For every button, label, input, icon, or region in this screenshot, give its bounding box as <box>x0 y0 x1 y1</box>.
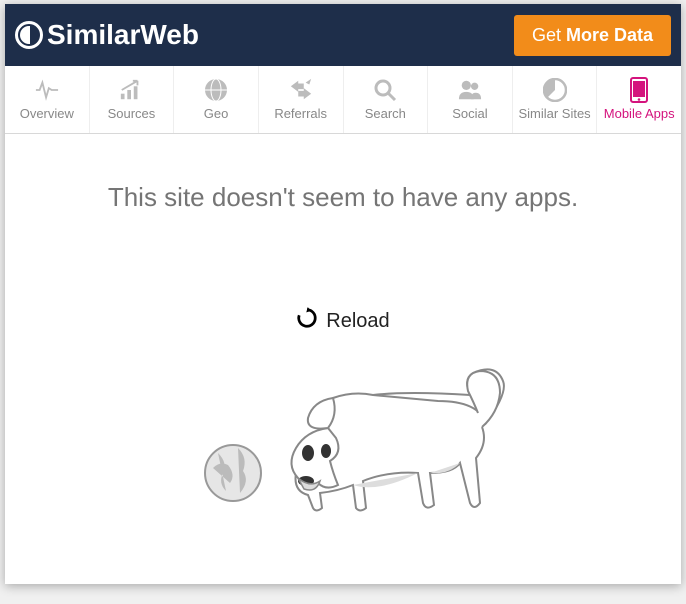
mobile-icon <box>627 78 651 102</box>
header-bar: SimilarWeb Get More Data <box>5 4 681 66</box>
dog-globe-illustration <box>178 353 508 523</box>
tab-geo[interactable]: Geo <box>174 66 259 133</box>
tab-similar-sites[interactable]: Similar Sites <box>513 66 598 133</box>
tab-mobile-apps[interactable]: Mobile Apps <box>597 66 681 133</box>
tab-label: Geo <box>204 106 229 121</box>
tab-label: Similar Sites <box>518 106 590 121</box>
tab-sources[interactable]: Sources <box>90 66 175 133</box>
cta-bold: More Data <box>566 25 653 45</box>
sw-icon <box>543 78 567 102</box>
pulse-icon <box>35 78 59 102</box>
tab-search[interactable]: Search <box>344 66 429 133</box>
bars-up-icon <box>119 78 143 102</box>
cta-prefix: Get <box>532 25 561 45</box>
tab-social[interactable]: Social <box>428 66 513 133</box>
arrows-icon <box>289 78 313 102</box>
globe-icon <box>204 78 228 102</box>
get-more-data-button[interactable]: Get More Data <box>514 15 671 56</box>
brand-logo-icon <box>15 21 43 49</box>
tab-referrals[interactable]: Referrals <box>259 66 344 133</box>
reload-button[interactable]: Reload <box>296 307 389 335</box>
tab-label: Referrals <box>274 106 327 121</box>
brand-name: SimilarWeb <box>47 19 199 51</box>
empty-state-message: This site doesn't seem to have any apps. <box>108 182 578 213</box>
search-icon <box>373 78 397 102</box>
tab-strip: Overview Sources Geo <box>5 66 681 134</box>
reload-icon <box>296 307 318 335</box>
people-icon <box>458 78 482 102</box>
tab-label: Sources <box>108 106 156 121</box>
tab-overview[interactable]: Overview <box>5 66 90 133</box>
tab-label: Social <box>452 106 487 121</box>
reload-label: Reload <box>326 310 389 333</box>
tab-label: Mobile Apps <box>604 106 675 121</box>
extension-panel: SimilarWeb Get More Data Overview Sour <box>5 4 681 584</box>
brand-logo[interactable]: SimilarWeb <box>15 19 199 51</box>
tab-label: Search <box>365 106 406 121</box>
tab-content: This site doesn't seem to have any apps.… <box>5 134 681 584</box>
tab-label: Overview <box>20 106 74 121</box>
